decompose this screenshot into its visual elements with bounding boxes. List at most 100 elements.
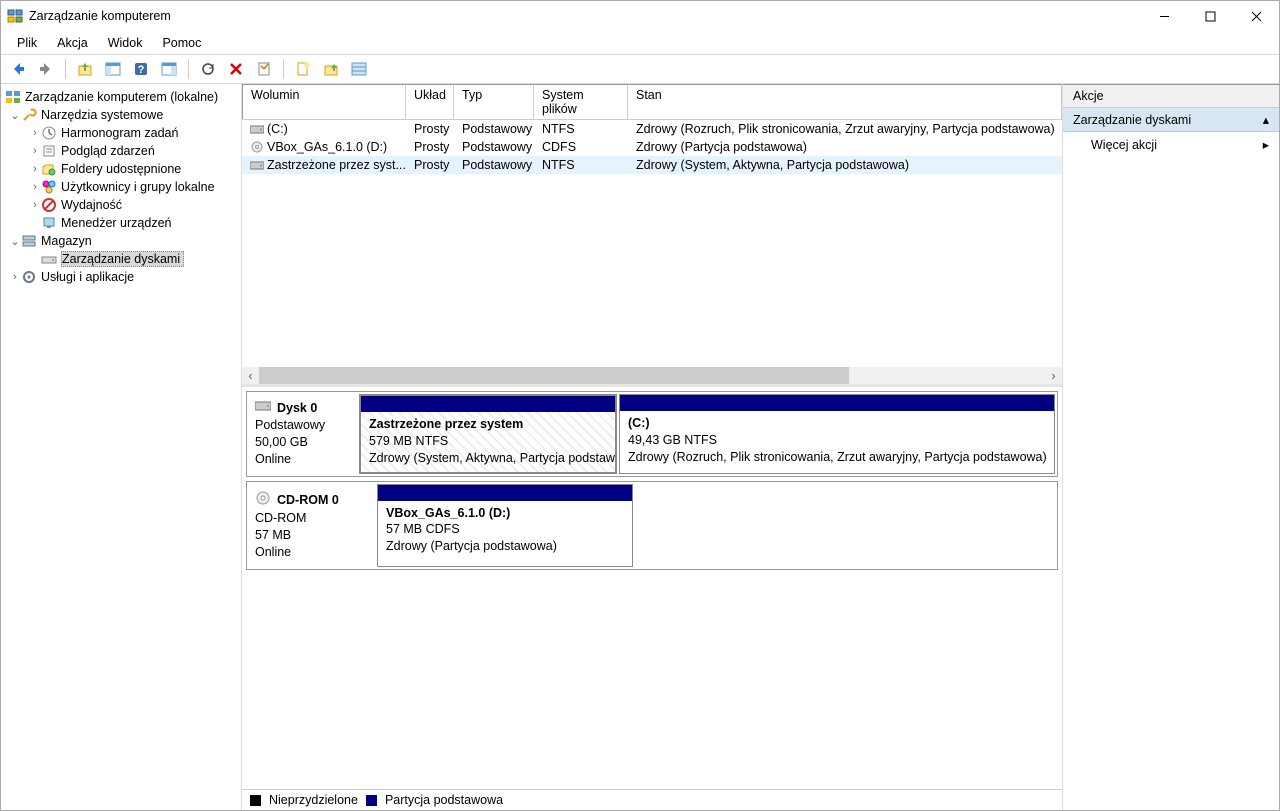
disk-icon bbox=[255, 490, 271, 511]
show-hide-tree-button[interactable] bbox=[102, 58, 124, 80]
disk-name: Dysk 0 bbox=[277, 400, 317, 417]
collapse-icon[interactable]: ⌄ bbox=[9, 235, 21, 248]
volume-layout: Prosty bbox=[406, 140, 454, 154]
volume-status: Zdrowy (Partycja podstawowa) bbox=[628, 140, 1062, 154]
help-button[interactable]: ? bbox=[130, 58, 152, 80]
tree-system-tools[interactable]: ⌄ Narzędzia systemowe bbox=[1, 106, 241, 124]
menu-action[interactable]: Akcja bbox=[47, 33, 98, 53]
back-button[interactable] bbox=[7, 58, 29, 80]
col-volume[interactable]: Wolumin bbox=[242, 85, 406, 119]
expand-icon[interactable]: › bbox=[29, 127, 41, 139]
tree-item-icon bbox=[41, 179, 57, 195]
tree-item[interactable]: › Użytkownicy i grupy lokalne bbox=[1, 178, 241, 196]
tree-item-icon bbox=[41, 215, 57, 231]
tools-icon bbox=[21, 107, 37, 123]
delete-button[interactable] bbox=[225, 58, 247, 80]
tree-item[interactable]: › Wydajność bbox=[1, 196, 241, 214]
tree-item-icon bbox=[41, 125, 57, 141]
tree-item[interactable]: Menedżer urządzeń bbox=[1, 214, 241, 232]
volume-fs: NTFS bbox=[534, 158, 628, 172]
disk-icon bbox=[255, 400, 271, 417]
disk-status: Online bbox=[255, 544, 367, 561]
col-type[interactable]: Typ bbox=[454, 85, 534, 119]
disk-block: CD-ROM 0CD-ROM57 MBOnlineVBox_GAs_6.1.0 … bbox=[246, 481, 1058, 571]
properties-button[interactable] bbox=[253, 58, 275, 80]
partition-status: Zdrowy (System, Aktywna, Partycja podsta… bbox=[369, 450, 607, 467]
col-fs[interactable]: System plików bbox=[534, 85, 628, 119]
volume-list-header: Wolumin Układ Typ System plików Stan bbox=[242, 84, 1062, 120]
new-button[interactable] bbox=[292, 58, 314, 80]
volume-row[interactable]: Zastrzeżone przez syst...ProstyPodstawow… bbox=[242, 156, 1062, 174]
actions-section[interactable]: Zarządzanie dyskami ▴ bbox=[1063, 108, 1279, 132]
submenu-arrow-icon: ▸ bbox=[1263, 137, 1269, 152]
volume-layout: Prosty bbox=[406, 122, 454, 136]
partition[interactable]: (C:)49,43 GB NTFSZdrowy (Rozruch, Plik s… bbox=[619, 394, 1055, 474]
tree-item[interactable]: ›Podgląd zdarzeń bbox=[1, 142, 241, 160]
up-level-button[interactable] bbox=[74, 58, 96, 80]
tree-storage[interactable]: ⌄ Magazyn bbox=[1, 232, 241, 250]
actions-pane: Akcje Zarządzanie dyskami ▴ Więcej akcji… bbox=[1063, 84, 1279, 810]
partition[interactable]: VBox_GAs_6.1.0 (D:)57 MB CDFSZdrowy (Par… bbox=[377, 484, 633, 568]
horizontal-scrollbar[interactable]: ‹ › bbox=[242, 367, 1062, 384]
tree-item-label: Użytkownicy i grupy lokalne bbox=[61, 180, 215, 194]
show-hide-action-button[interactable] bbox=[158, 58, 180, 80]
menubar: Plik Akcja Widok Pomoc bbox=[1, 31, 1279, 55]
volume-row[interactable]: VBox_GAs_6.1.0 (D:)ProstyPodstawowyCDFSZ… bbox=[242, 138, 1062, 156]
tree-item[interactable]: ›Harmonogram zadań bbox=[1, 124, 241, 142]
legend-primary: Partycja podstawowa bbox=[385, 793, 503, 807]
menu-help[interactable]: Pomoc bbox=[152, 33, 211, 53]
partition-info: 579 MB NTFS bbox=[369, 433, 607, 450]
window-title: Zarządzanie komputerem bbox=[29, 9, 1141, 23]
expand-icon[interactable]: › bbox=[29, 181, 41, 193]
volume-list: Wolumin Układ Typ System plików Stan (C:… bbox=[242, 84, 1062, 387]
expand-icon[interactable]: › bbox=[29, 199, 41, 211]
volume-row[interactable]: (C:)ProstyPodstawowyNTFSZdrowy (Rozruch,… bbox=[242, 120, 1062, 138]
partition-name: VBox_GAs_6.1.0 (D:) bbox=[386, 505, 624, 522]
disk-info[interactable]: CD-ROM 0CD-ROM57 MBOnline bbox=[247, 482, 375, 570]
close-button[interactable] bbox=[1233, 1, 1279, 31]
disk-info[interactable]: Dysk 0Podstawowy50,00 GBOnline bbox=[247, 392, 357, 476]
list-view-button[interactable] bbox=[348, 58, 370, 80]
tree-item-label: Foldery udostępnione bbox=[61, 162, 181, 176]
folder-up-button[interactable] bbox=[320, 58, 342, 80]
volume-layout: Prosty bbox=[406, 158, 454, 172]
refresh-button[interactable] bbox=[197, 58, 219, 80]
tree-root[interactable]: Zarządzanie komputerem (lokalne) bbox=[1, 88, 241, 106]
partition-bar bbox=[378, 485, 632, 501]
scroll-left-icon[interactable]: ‹ bbox=[242, 367, 259, 384]
disk-size: 57 MB bbox=[255, 527, 367, 544]
tree-item-label: Menedżer urządzeń bbox=[61, 216, 171, 230]
computer-icon bbox=[5, 89, 21, 105]
collapse-arrow-icon: ▴ bbox=[1263, 112, 1269, 127]
partition[interactable]: Zastrzeżone przez system579 MB NTFSZdrow… bbox=[359, 394, 617, 474]
volume-type: Podstawowy bbox=[454, 122, 534, 136]
nav-tree: Zarządzanie komputerem (lokalne) ⌄ Narzę… bbox=[1, 84, 242, 810]
volume-icon bbox=[250, 141, 264, 153]
tree-services[interactable]: › Usługi i aplikacje bbox=[1, 268, 241, 286]
titlebar: Zarządzanie komputerem bbox=[1, 1, 1279, 31]
expand-icon[interactable]: › bbox=[29, 163, 41, 175]
menu-file[interactable]: Plik bbox=[7, 33, 47, 53]
menu-view[interactable]: Widok bbox=[98, 33, 153, 53]
expand-icon[interactable]: › bbox=[9, 271, 21, 283]
expand-icon[interactable]: › bbox=[29, 145, 41, 157]
volume-fs: NTFS bbox=[534, 122, 628, 136]
disk-name: CD-ROM 0 bbox=[277, 492, 339, 509]
col-status[interactable]: Stan bbox=[628, 85, 1062, 119]
legend: Nieprzydzielone Partycja podstawowa bbox=[242, 789, 1062, 810]
tree-item-icon bbox=[41, 197, 57, 213]
col-layout[interactable]: Układ bbox=[406, 85, 454, 119]
disk-block: Dysk 0Podstawowy50,00 GBOnlineZastrzeżon… bbox=[246, 391, 1058, 477]
volume-type: Podstawowy bbox=[454, 158, 534, 172]
scroll-thumb[interactable] bbox=[259, 367, 849, 384]
tree-item-label: Wydajność bbox=[61, 198, 122, 212]
tree-disk-management[interactable]: Zarządzanie dyskami bbox=[1, 250, 241, 268]
forward-button[interactable] bbox=[35, 58, 57, 80]
disk-size: 50,00 GB bbox=[255, 434, 349, 451]
maximize-button[interactable] bbox=[1187, 1, 1233, 31]
actions-more[interactable]: Więcej akcji ▸ bbox=[1063, 132, 1279, 157]
tree-item[interactable]: › Foldery udostępnione bbox=[1, 160, 241, 178]
collapse-icon[interactable]: ⌄ bbox=[9, 109, 21, 122]
scroll-right-icon[interactable]: › bbox=[1045, 367, 1062, 384]
minimize-button[interactable] bbox=[1141, 1, 1187, 31]
